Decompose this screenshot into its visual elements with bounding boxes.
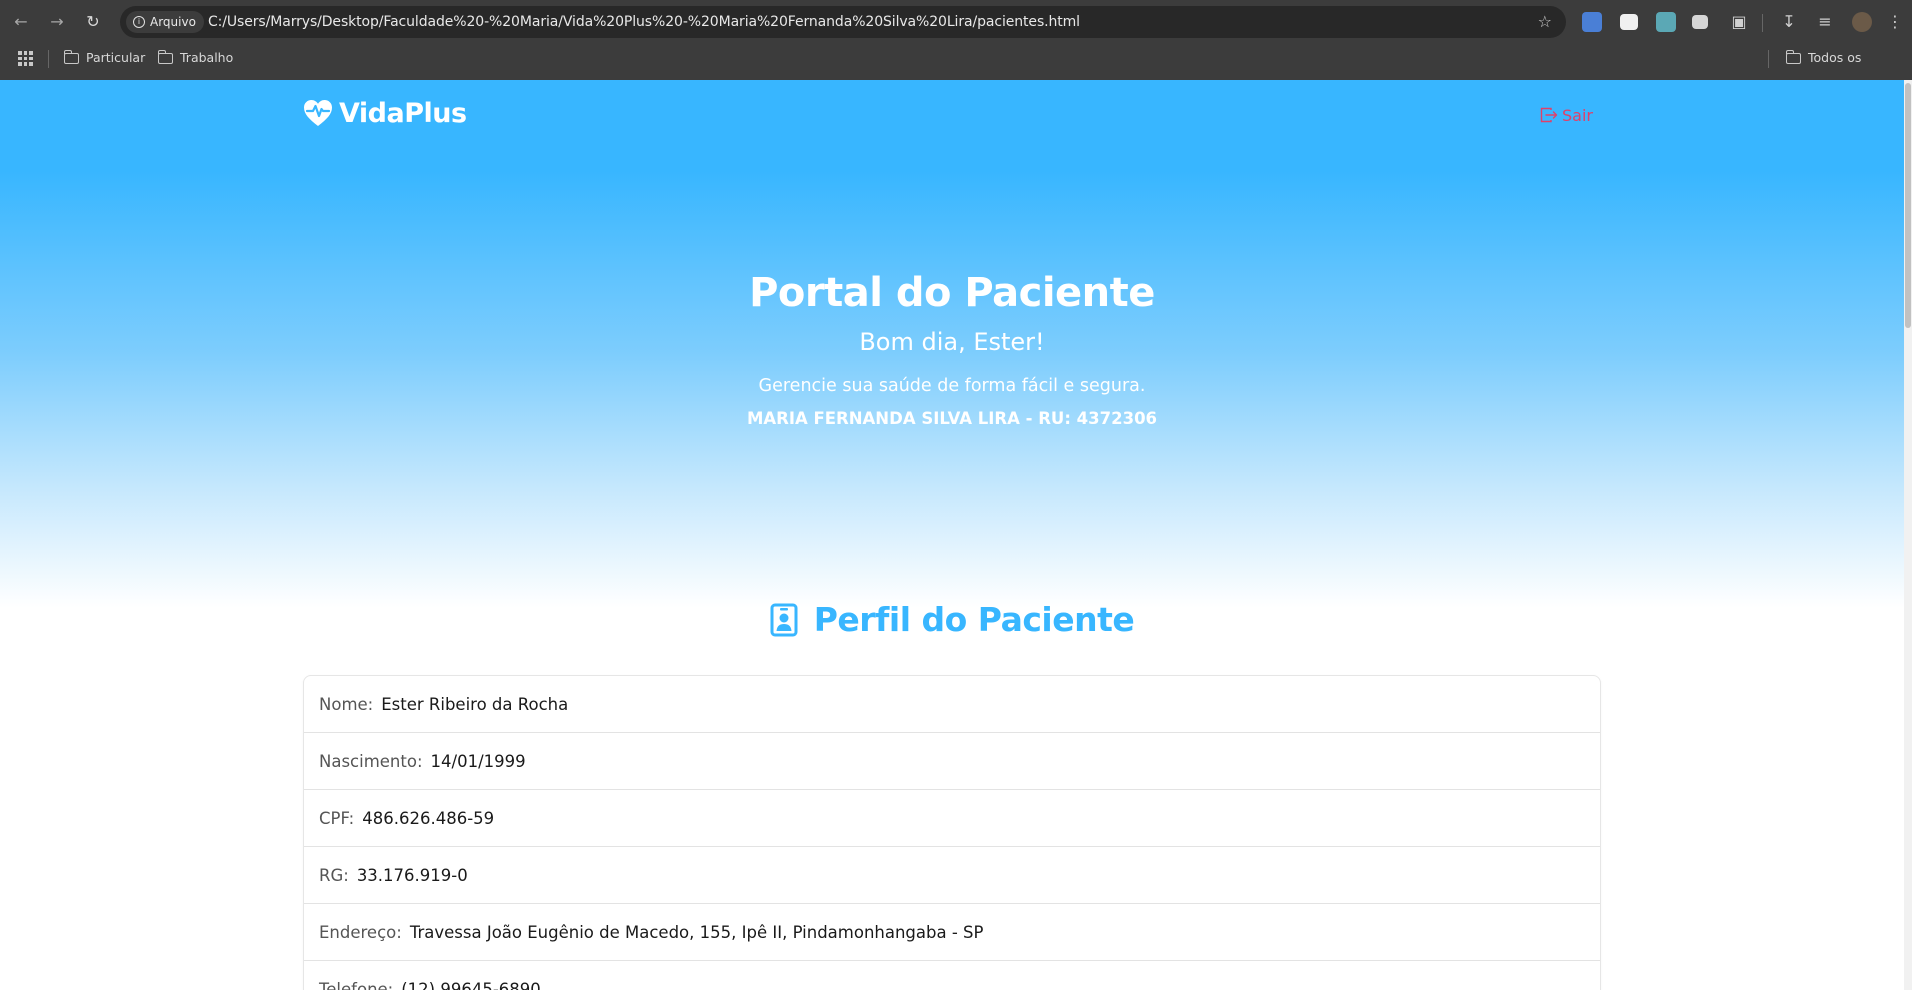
brand-name: VidaPlus: [339, 97, 467, 129]
page-title: Portal do Paciente: [749, 270, 1155, 316]
field-value: 486.626.486-59: [362, 808, 495, 828]
logout-icon: [1540, 107, 1558, 123]
profile-row-rg: RG: 33.176.919-0: [304, 847, 1600, 904]
student-info: MARIA FERNANDA SILVA LIRA - RU: 4372306: [746, 409, 1158, 428]
bookmarks-divider: [1768, 50, 1769, 68]
back-arrow-icon[interactable]: ←: [10, 11, 32, 33]
print-extension-icon[interactable]: [1692, 15, 1708, 29]
scrollbar-thumb[interactable]: [1905, 83, 1911, 328]
field-value: 14/01/1999: [430, 751, 526, 771]
profile-row-cpf: CPF: 486.626.486-59: [304, 790, 1600, 847]
id-badge-icon: [770, 603, 798, 636]
profile-section-title: Perfil do Paciente: [0, 600, 1904, 639]
browser-chrome: ← → ↻ i Arquivo C:/Users/Marrys/Desktop/…: [0, 0, 1912, 93]
url-text[interactable]: C:/Users/Marrys/Desktop/Faculdade%20-%20…: [208, 6, 1080, 38]
browser-toolbar: ← → ↻ i Arquivo C:/Users/Marrys/Desktop/…: [0, 0, 1912, 44]
bookmark-folder-trabalho[interactable]: Trabalho: [157, 44, 234, 72]
profile-card: Nome: Ester Ribeiro da Rocha Nascimento:…: [303, 675, 1601, 990]
heart-pulse-icon: [304, 100, 332, 126]
bookmark-label: Trabalho: [180, 50, 234, 65]
field-value: 33.176.919-0: [356, 865, 468, 885]
field-label: Nome:: [319, 694, 374, 714]
field-label: RG:: [319, 865, 349, 885]
apps-grid-icon[interactable]: [18, 51, 33, 66]
puzzle-extensions-icon[interactable]: ▣: [1728, 11, 1750, 33]
download-icon[interactable]: ↧: [1778, 11, 1800, 33]
profile-row-name: Nome: Ester Ribeiro da Rocha: [304, 676, 1600, 733]
profile-row-birthdate: Nascimento: 14/01/1999: [304, 733, 1600, 790]
field-label: Endereço:: [319, 922, 402, 942]
bookmarks-bar: Particular Trabalho Todos os favoritos: [0, 44, 1912, 93]
reload-icon[interactable]: ↻: [82, 11, 104, 33]
forward-arrow-icon[interactable]: →: [46, 11, 68, 33]
info-icon: i: [133, 16, 145, 28]
site-info-chip[interactable]: i Arquivo: [126, 11, 204, 33]
reading-list-icon[interactable]: ≡: [1814, 11, 1836, 33]
logout-label: Sair: [1562, 105, 1593, 125]
page-scrollbar[interactable]: [1904, 80, 1912, 990]
screen-extension-icon[interactable]: [1620, 14, 1638, 30]
image-extension-icon[interactable]: [1656, 12, 1676, 32]
field-value: Travessa João Eugênio de Macedo, 155, Ip…: [409, 922, 984, 942]
site-info-label: Arquivo: [150, 15, 196, 29]
greeting-text: Bom dia, Ester!: [859, 328, 1045, 356]
field-label: Telefone:: [319, 979, 394, 990]
folder-icon: [1785, 50, 1801, 64]
field-label: CPF:: [319, 808, 355, 828]
bookmark-folder-all[interactable]: Todos os favoritos: [1785, 44, 1912, 93]
page-viewport: VidaPlus Sair Portal do Paciente Bom dia…: [0, 80, 1912, 990]
address-bar[interactable]: i Arquivo C:/Users/Marrys/Desktop/Faculd…: [120, 6, 1566, 38]
bookmark-star-icon[interactable]: ☆: [1538, 12, 1552, 31]
bookmarks-divider: [48, 50, 49, 68]
folder-icon: [63, 50, 79, 64]
profile-title: Perfil do Paciente: [813, 600, 1135, 639]
translate-extension-icon[interactable]: [1582, 12, 1602, 32]
profile-row-address: Endereço: Travessa João Eugênio de Maced…: [304, 904, 1600, 961]
folder-icon: [157, 50, 173, 64]
brand-logo[interactable]: VidaPlus: [303, 96, 467, 130]
profile-row-phone: Telefone: (12) 99645-6890: [304, 961, 1600, 990]
logout-button[interactable]: Sair: [1540, 104, 1593, 126]
profile-avatar[interactable]: [1852, 12, 1872, 32]
toolbar-divider: [1762, 14, 1763, 32]
bookmark-label: Particular: [86, 50, 146, 65]
field-value: (12) 99645-6890: [401, 979, 541, 990]
field-label: Nascimento:: [319, 751, 423, 771]
menu-kebab-icon[interactable]: ⋮: [1884, 11, 1906, 33]
hero-description: Gerencie sua saúde de forma fácil e segu…: [758, 376, 1146, 396]
bookmark-folder-particular[interactable]: Particular: [63, 44, 146, 72]
field-value: Ester Ribeiro da Rocha: [381, 694, 569, 714]
